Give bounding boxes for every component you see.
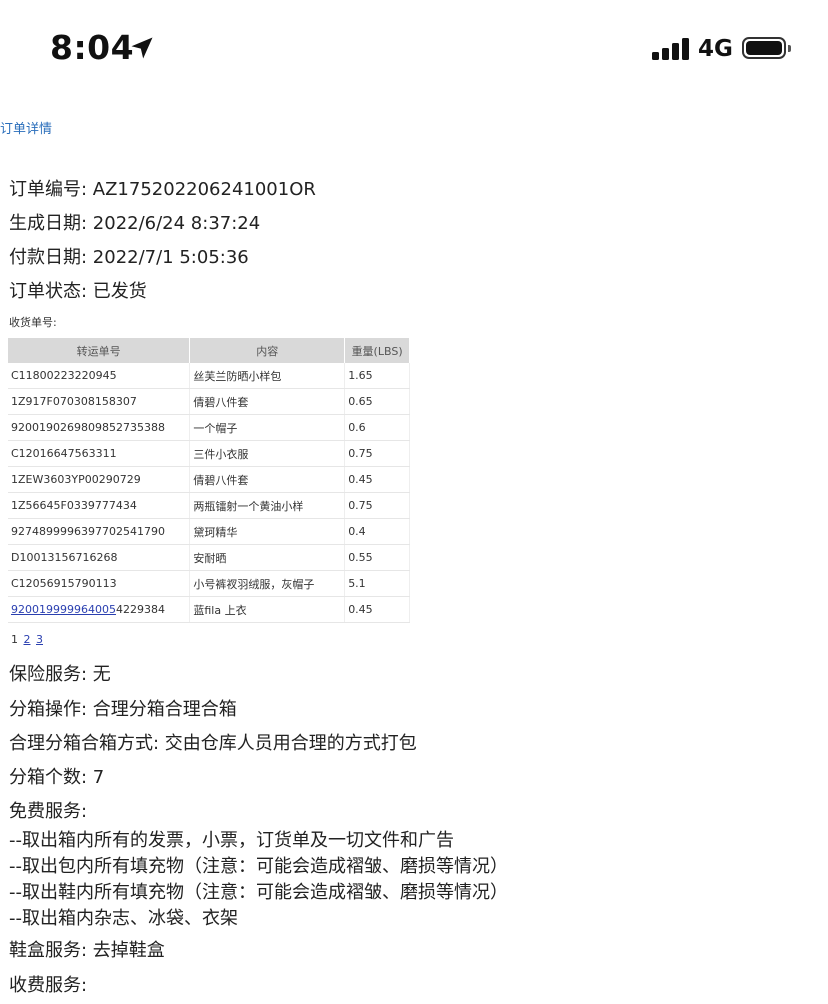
list-item: --取出箱内所有的发票，小票，订货单及一切文件和广告 <box>9 830 454 851</box>
tracking-number: 1Z917F070308158307 <box>8 388 191 415</box>
content-cell: 小号裤衩羽绒服，灰帽子 <box>189 570 346 597</box>
signal-bars-icon <box>652 38 692 60</box>
weight-cell: 0.75 <box>344 440 410 467</box>
tracking-number: D10013156716268 <box>8 544 191 571</box>
table-row: 9200199999640054229384 蓝fila 上衣 0.45 <box>8 596 410 623</box>
paid-date: 付款日期: 2022/7/1 5:05:36 <box>9 247 249 268</box>
paid-services-title: 收费服务: <box>9 975 88 996</box>
tracking-number: 9200190269809852735388 <box>8 414 191 441</box>
tracking-number-link[interactable]: 920019999964005 <box>11 603 116 616</box>
split-operation: 分箱操作: 合理分箱合理合箱 <box>9 699 237 720</box>
list-item: --取出鞋内所有填充物（注意：可能会造成褶皱、磨损等情况） <box>9 882 508 903</box>
content-cell: 黛珂精华 <box>189 518 346 545</box>
table-row: 1Z56645F0339777434 两瓶镭射一个黄油小样 0.75 <box>8 492 410 519</box>
insurance-service: 保险服务: 无 <box>9 664 111 685</box>
location-arrow-icon <box>131 37 153 59</box>
content-cell: 两瓶镭射一个黄油小样 <box>189 492 346 519</box>
content-cell: 蓝fila 上衣 <box>189 596 346 623</box>
table-row: C11800223220945 丝芙兰防晒小样包 1.65 <box>8 363 410 389</box>
page-current: 1 <box>11 633 18 646</box>
tracking-number-rest: 4229384 <box>115 603 165 616</box>
table-row: 9274899996397702541790 黛珂精华 0.4 <box>8 518 410 545</box>
table-header-row: 转运单号 内容 重量(LBS) <box>8 338 410 363</box>
list-item: --取出箱内杂志、冰袋、衣架 <box>9 908 238 929</box>
receipt-number-label: 收货单号: <box>9 316 57 329</box>
weight-cell: 0.6 <box>344 414 410 441</box>
shoebox-service: 鞋盒服务: 去掉鞋盒 <box>9 940 165 961</box>
tracking-number: 1ZEW3603YP00290729 <box>8 466 191 493</box>
table-row: 9200190269809852735388 一个帽子 0.6 <box>8 414 410 441</box>
table-row: D10013156716268 安耐晒 0.55 <box>8 544 410 571</box>
tracking-number: C11800223220945 <box>8 363 191 389</box>
list-item: --取出包内所有填充物（注意：可能会造成褶皱、磨损等情况） <box>9 856 508 877</box>
table-row: 1ZEW3603YP00290729 倩碧八件套 0.45 <box>8 466 410 493</box>
created-date: 生成日期: 2022/6/24 8:37:24 <box>9 213 261 234</box>
free-services-list: --取出箱内所有的发票，小票，订货单及一切文件和广告 --取出包内所有填充物（注… <box>9 828 508 932</box>
header-content: 内容 <box>189 338 346 363</box>
weight-cell: 0.55 <box>344 544 410 571</box>
tracking-number: 1Z56645F0339777434 <box>8 492 191 519</box>
page-link-3[interactable]: 3 <box>36 633 43 646</box>
weight-cell: 0.75 <box>344 492 410 519</box>
weight-cell: 0.45 <box>344 466 410 493</box>
tracking-number-linked: 9200199999640054229384 <box>8 596 191 623</box>
network-type: 4G <box>698 36 733 62</box>
weight-cell: 0.4 <box>344 518 410 545</box>
split-method: 合理分箱合箱方式: 交由仓库人员用合理的方式打包 <box>9 733 417 754</box>
battery-icon <box>742 37 791 59</box>
weight-cell: 1.65 <box>344 363 410 389</box>
content-cell: 倩碧八件套 <box>189 466 346 493</box>
tracking-number: C12016647563311 <box>8 440 191 467</box>
order-status: 订单状态: 已发货 <box>9 281 147 302</box>
content-cell: 安耐晒 <box>189 544 346 571</box>
shipment-table: 转运单号 内容 重量(LBS) C11800223220945 丝芙兰防晒小样包… <box>8 338 410 623</box>
tracking-number: 9274899996397702541790 <box>8 518 191 545</box>
weight-cell: 5.1 <box>344 570 410 597</box>
content-cell: 丝芙兰防晒小样包 <box>189 363 346 389</box>
content-cell: 一个帽子 <box>189 414 346 441</box>
status-bar: 8:04 4G <box>0 0 828 100</box>
content-cell: 倩碧八件套 <box>189 388 346 415</box>
order-number: 订单编号: AZ175202206241001OR <box>9 179 316 200</box>
table-row: C12056915790113 小号裤衩羽绒服，灰帽子 5.1 <box>8 570 410 597</box>
tracking-number: C12056915790113 <box>8 570 191 597</box>
page-link-2[interactable]: 2 <box>24 633 31 646</box>
weight-cell: 0.65 <box>344 388 410 415</box>
content-cell: 三件小衣服 <box>189 440 346 467</box>
status-time: 8:04 <box>50 28 135 67</box>
table-row: C12016647563311 三件小衣服 0.75 <box>8 440 410 467</box>
table-row: 1Z917F070308158307 倩碧八件套 0.65 <box>8 388 410 415</box>
pagination: 1 2 3 <box>11 633 43 646</box>
free-services-title: 免费服务: <box>9 801 88 822</box>
weight-cell: 0.45 <box>344 596 410 623</box>
header-weight: 重量(LBS) <box>344 338 410 363</box>
header-tracking: 转运单号 <box>8 338 191 363</box>
breadcrumb-order-details[interactable]: 订单详情 <box>0 118 52 137</box>
box-count: 分箱个数: 7 <box>9 767 105 788</box>
